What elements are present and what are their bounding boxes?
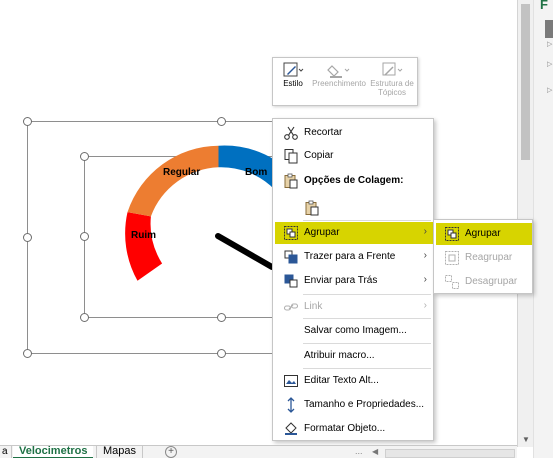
gauge-segment-ruim[interactable] xyxy=(125,212,163,281)
bring-forward-icon xyxy=(284,250,298,264)
chevron-right-icon: › xyxy=(423,300,427,311)
sheet-tab-partial[interactable]: a xyxy=(0,446,12,458)
submenu-item-group[interactable]: Agrupar xyxy=(436,223,532,245)
fill-button[interactable]: Preenchimento xyxy=(310,61,368,88)
horizontal-scrollbar[interactable] xyxy=(385,449,515,458)
submenu-item-regroup[interactable]: Reagrupar xyxy=(436,247,532,269)
menu-separator xyxy=(303,368,431,369)
menu-separator xyxy=(303,343,431,344)
mini-toolbar: Estilo Preenchimento Estrutura de Tópico… xyxy=(272,57,418,106)
paste-keep-format-icon xyxy=(305,200,319,216)
gauge-segment-regular[interactable] xyxy=(127,145,219,217)
chevron-right-icon: › xyxy=(423,250,427,261)
menu-item-save-as-image[interactable]: Salvar como Imagem... xyxy=(275,320,433,342)
sheet-tab-velocimetros[interactable]: Velocimetros xyxy=(13,446,94,458)
sheet-tab-mapas[interactable]: Mapas xyxy=(96,446,144,458)
group-icon xyxy=(284,226,298,240)
menu-item-cut[interactable]: Recortar xyxy=(275,122,433,144)
menu-item-edit-alt-text[interactable]: Editar Texto Alt... xyxy=(275,370,433,392)
menu-item-group[interactable]: Agrupar › xyxy=(275,222,433,244)
gauge-label-regular: Regular xyxy=(163,167,201,178)
menu-separator xyxy=(303,318,431,319)
sheet-tab-bar: a Velocimetros Mapas + ... ◀ xyxy=(0,445,517,458)
menu-item-format-object[interactable]: Formatar Objeto... xyxy=(275,418,433,440)
menu-separator xyxy=(303,220,431,221)
paste-option-button[interactable] xyxy=(275,197,433,219)
shape-style-icon xyxy=(283,62,304,77)
menu-item-paste-options: Opções de Colagem: xyxy=(275,170,433,192)
add-sheet-button[interactable]: + xyxy=(165,446,177,458)
regroup-icon xyxy=(445,251,459,265)
chevron-right-icon: › xyxy=(423,226,427,237)
group-submenu: Agrupar Reagrupar Desagrupar xyxy=(433,219,533,294)
alt-text-icon xyxy=(284,375,298,387)
ungroup-icon xyxy=(445,275,459,289)
group-icon xyxy=(445,227,459,241)
paint-bucket-icon xyxy=(327,65,350,78)
size-icon xyxy=(287,397,295,413)
link-icon xyxy=(283,303,299,311)
menu-item-size-properties[interactable]: Tamanho e Propriedades... xyxy=(275,394,433,416)
gauge-needle[interactable] xyxy=(215,233,275,270)
context-menu: Recortar Copiar Opções de Colagem: Agrup… xyxy=(272,118,434,441)
chevron-right-icon: › xyxy=(423,274,427,285)
send-backward-icon xyxy=(284,274,298,288)
scroll-left-arrow-icon[interactable]: ◀ xyxy=(372,447,378,456)
gauge-label-ruim: Ruim xyxy=(131,230,156,241)
copy-icon xyxy=(284,149,298,164)
gauge-label-bom: Bom xyxy=(245,167,268,178)
outline-pen-icon xyxy=(382,62,403,76)
submenu-item-ungroup[interactable]: Desagrupar xyxy=(436,271,532,293)
paste-icon xyxy=(284,173,298,189)
format-icon xyxy=(285,422,297,435)
style-button[interactable]: Estilo xyxy=(278,61,308,88)
menu-separator xyxy=(303,294,431,295)
menu-item-copy[interactable]: Copiar xyxy=(275,145,433,167)
menu-item-send-to-back[interactable]: Enviar para Trás › xyxy=(275,270,433,292)
menu-item-assign-macro[interactable]: Atribuir macro... xyxy=(275,345,433,367)
tab-split-handle[interactable]: ... xyxy=(355,446,363,456)
menu-item-link[interactable]: Link › xyxy=(275,296,433,318)
outline-button[interactable]: Estrutura de Tópicos xyxy=(368,61,416,97)
menu-item-bring-to-front[interactable]: Trazer para a Frente › xyxy=(275,246,433,268)
scissors-icon xyxy=(284,126,298,140)
